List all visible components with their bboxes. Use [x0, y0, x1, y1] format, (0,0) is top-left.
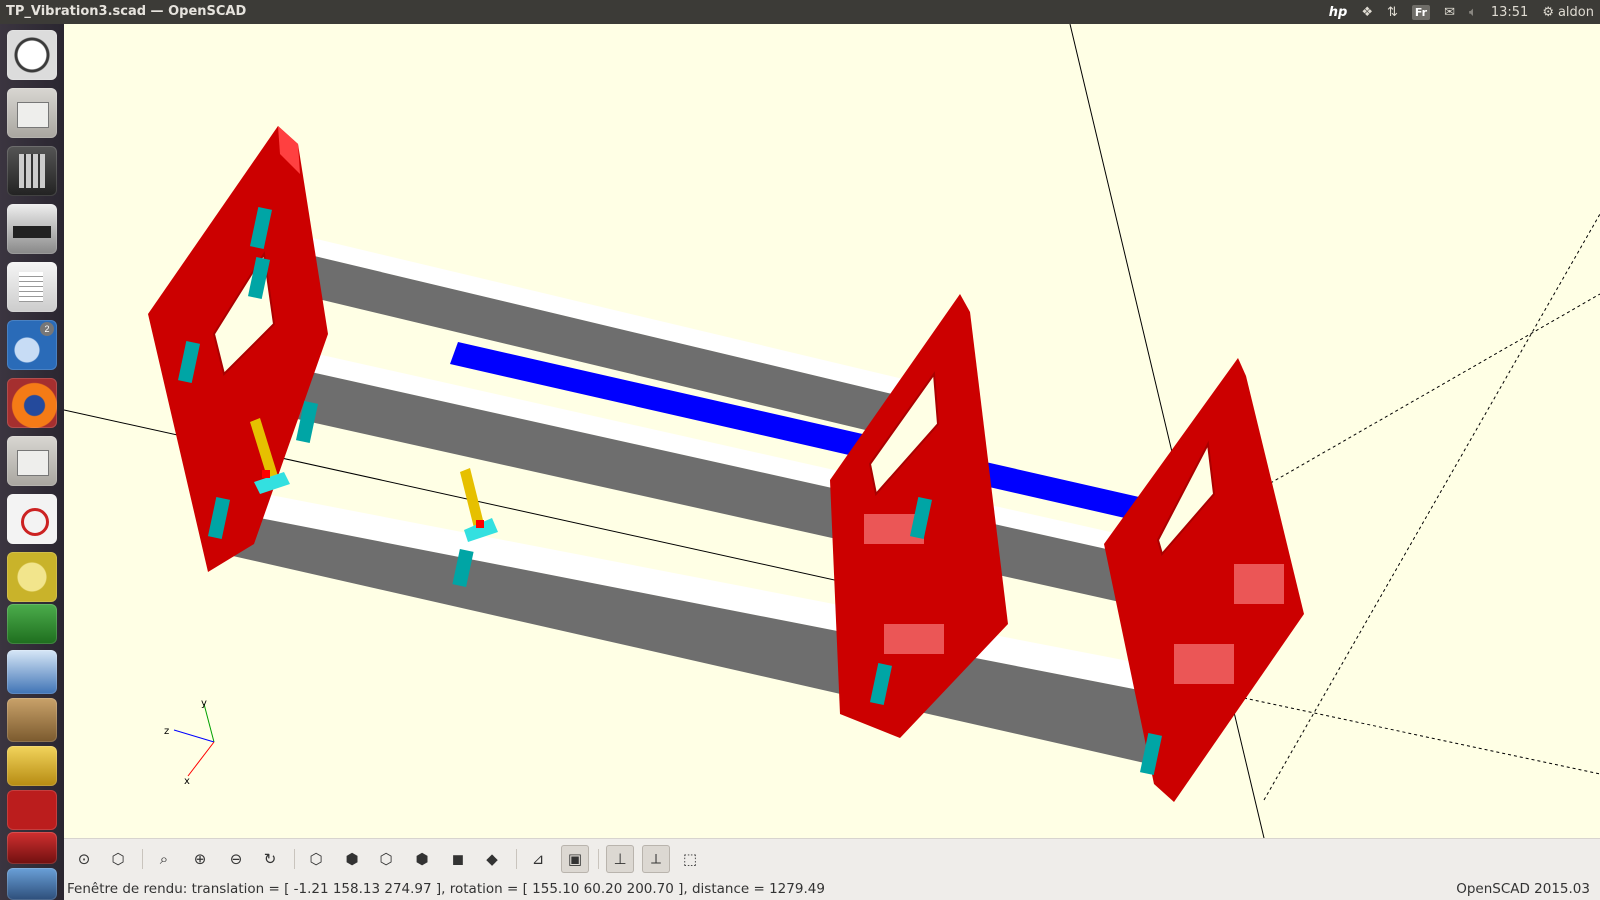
view-status-text: Fenêtre de rendu: translation = [ -1.21 …: [67, 881, 825, 897]
fg-app-icon[interactable]: [7, 604, 57, 644]
zoom-in-button[interactable]: ⊕: [186, 845, 214, 873]
openscad-icon[interactable]: [7, 552, 57, 602]
calculator-icon[interactable]: [7, 146, 57, 196]
view-toolbar: ⊙ ⬡ ⌕ ⊕ ⊖ ↻ ⬡ ⬢ ⬡ ⬢ ◼ ◆ ⊿ ▣ ⊥ ⟂ ⬚: [64, 838, 1600, 879]
dropbox-icon[interactable]: ❖: [1361, 5, 1373, 20]
perspective-button[interactable]: ⊿: [524, 845, 552, 873]
reset-view-button[interactable]: ↻: [256, 845, 284, 873]
view-back-button[interactable]: ◆: [478, 845, 506, 873]
toolbar-separator: [294, 849, 295, 869]
text-editor-icon[interactable]: [7, 262, 57, 312]
presentation-icon[interactable]: [7, 650, 57, 694]
mail-icon[interactable]: ✉: [1444, 5, 1455, 20]
pdf-viewer-icon[interactable]: [7, 494, 57, 544]
power-gear-icon[interactable]: ⚙: [1542, 5, 1554, 20]
view-right-button[interactable]: ⬡: [302, 845, 330, 873]
axis-label-y: y: [201, 698, 207, 709]
game-icon[interactable]: [7, 746, 57, 786]
view-top-button[interactable]: ⬢: [338, 845, 366, 873]
ubuntu-dash-icon[interactable]: [7, 30, 57, 80]
jr-app-icon[interactable]: [7, 868, 57, 900]
clock[interactable]: 13:51: [1491, 5, 1528, 20]
hp-icon[interactable]: hp: [1329, 5, 1348, 20]
filezilla-icon[interactable]: [7, 790, 57, 830]
volume-muted-icon[interactable]: 🔈︎: [1469, 5, 1477, 20]
orthogonal-button[interactable]: ▣: [561, 845, 589, 873]
window-title: TP_Vibration3.scad — OpenSCAD: [6, 4, 247, 19]
render-button[interactable]: ⬡: [104, 845, 132, 873]
thunderbird-icon[interactable]: 2: [7, 320, 57, 370]
version-label: OpenSCAD 2015.03: [1456, 881, 1590, 897]
toolbar-separator: [598, 849, 599, 869]
system-tray: hp ❖ ⇅ Fr ✉ 🔈︎ 13:51 ⚙ aldon: [1329, 0, 1594, 24]
rendered-model[interactable]: y z x: [64, 24, 1600, 838]
preview-button[interactable]: ⊙: [70, 845, 98, 873]
axis-gizmo: y z x: [164, 698, 215, 787]
launcher: 2: [0, 24, 64, 900]
gimp-icon[interactable]: [7, 698, 57, 742]
firefox-icon[interactable]: [7, 378, 57, 428]
top-panel: TP_Vibration3.scad — OpenSCAD hp ❖ ⇅ Fr …: [0, 0, 1600, 24]
files-icon[interactable]: [7, 88, 57, 138]
zoom-out-button[interactable]: ⊖: [222, 845, 250, 873]
view-front-button[interactable]: ◼: [444, 845, 472, 873]
3d-view[interactable]: y z x: [64, 24, 1600, 838]
toolbar-separator: [142, 849, 143, 869]
user-name[interactable]: aldon: [1558, 5, 1594, 20]
axis-label-x: x: [184, 776, 190, 787]
keyboard-layout-indicator[interactable]: Fr: [1411, 4, 1431, 20]
show-scale-markers-button[interactable]: ⟂: [642, 845, 670, 873]
network-icon[interactable]: ⇅: [1387, 5, 1398, 20]
view-all-button[interactable]: ⌕: [150, 845, 178, 873]
view-left-button[interactable]: ⬢: [408, 845, 436, 873]
status-bar: Fenêtre de rendu: translation = [ -1.21 …: [64, 878, 1600, 900]
scanner-icon[interactable]: [7, 204, 57, 254]
show-axes-button[interactable]: ⊥: [606, 845, 634, 873]
unread-badge: 2: [40, 322, 54, 336]
toolbar-separator: [516, 849, 517, 869]
view-bottom-button[interactable]: ⬡: [372, 845, 400, 873]
files-2-icon[interactable]: [7, 436, 57, 486]
axis-label-z: z: [164, 726, 169, 737]
show-edges-button[interactable]: ⬚: [676, 845, 704, 873]
app-red-icon[interactable]: [7, 832, 57, 864]
